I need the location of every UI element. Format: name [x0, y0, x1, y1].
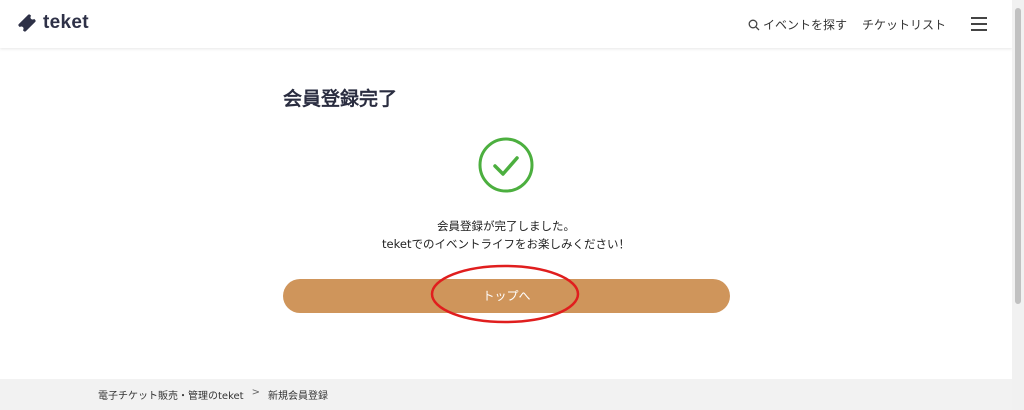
nav-search-label: イベントを探す [763, 18, 848, 32]
breadcrumb-current: 新規会員登録 [267, 391, 328, 402]
breadcrumb: 電子チケット販売・管理のteket > 新規会員登録 [98, 387, 328, 402]
scrollbar-thumb[interactable] [1015, 8, 1021, 304]
search-icon [748, 19, 760, 30]
nav-ticket-list-label: チケットリスト [862, 18, 947, 32]
scrollbar[interactable] [1012, 0, 1024, 410]
site-header: teket イベントを探す チケットリスト [0, 0, 1012, 48]
completion-message-line2: teketでのイベントライフをお楽しみください！ [382, 237, 630, 251]
go-to-top-button[interactable]: トップへ [283, 279, 730, 313]
teket-logo[interactable]: teket [16, 12, 89, 34]
logo-text: teket [43, 12, 89, 33]
breadcrumb-separator: > [251, 387, 260, 398]
success-check-icon [478, 137, 534, 193]
completion-message-line1: 会員登録が完了しました。 [437, 219, 575, 233]
nav-search-events[interactable]: イベントを探す [748, 16, 847, 33]
nav-ticket-list[interactable]: チケットリスト [862, 16, 946, 33]
hamburger-menu-icon[interactable] [971, 17, 987, 31]
ticket-logo-icon [18, 14, 36, 32]
breadcrumb-home-link[interactable]: 電子チケット販売・管理のteket [98, 387, 244, 402]
page-title: 会員登録完了 [283, 88, 398, 110]
